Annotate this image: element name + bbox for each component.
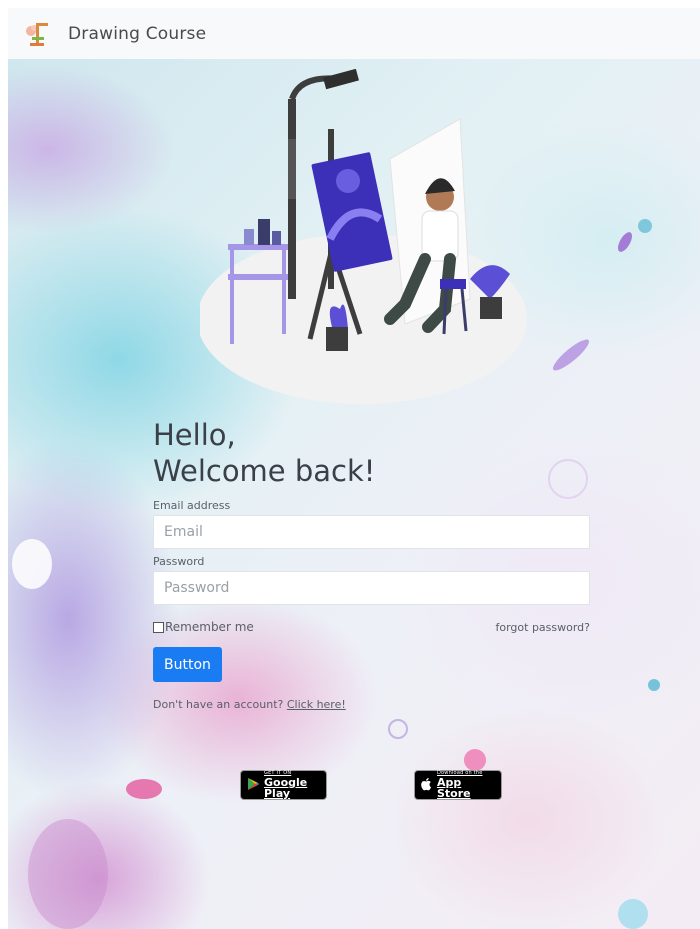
remember-me-label: Remember me [165,620,254,634]
greeting-line-2: Welcome back! [153,454,376,488]
signup-link[interactable]: Click here! [287,698,346,711]
app-store-badge[interactable]: Download on the App Store [414,770,502,800]
signup-prompt: Don't have an account? Click here! [153,698,590,711]
brand-name[interactable]: Drawing Course [68,24,206,44]
google-play-icon [247,776,260,795]
email-label: Email address [153,499,231,512]
remember-me[interactable]: Remember me [153,620,254,634]
easel-logo-icon[interactable] [22,19,52,49]
greeting-line-1: Hello, [153,418,236,452]
greeting-heading: Hello, Welcome back! [153,417,590,489]
submit-button[interactable]: Button [153,647,222,682]
hero-background: Hello, Welcome back! Email address Passw… [8,59,700,929]
remember-me-checkbox[interactable] [153,621,164,633]
google-play-text: Google Play [264,776,308,800]
password-label: Password [153,555,205,568]
page: Drawing Course Hello, Welcome back! Emai… [8,8,700,929]
signup-prefix: Don't have an account? [153,698,287,711]
apple-icon [421,776,433,795]
app-store-badges: GET IT ON Google Play Download on the Ap… [8,770,700,800]
form-options-row: Remember me forgot password? [153,619,590,635]
navbar: Drawing Course [8,8,700,59]
google-play-badge[interactable]: GET IT ON Google Play [240,770,327,800]
password-field[interactable] [153,571,590,605]
artist-painting-illustration [200,69,527,404]
email-field[interactable] [153,515,590,549]
login-form: Hello, Welcome back! Email address Passw… [153,417,590,711]
forgot-password-link[interactable]: forgot password? [495,621,590,634]
app-store-text: App Store [437,776,471,800]
